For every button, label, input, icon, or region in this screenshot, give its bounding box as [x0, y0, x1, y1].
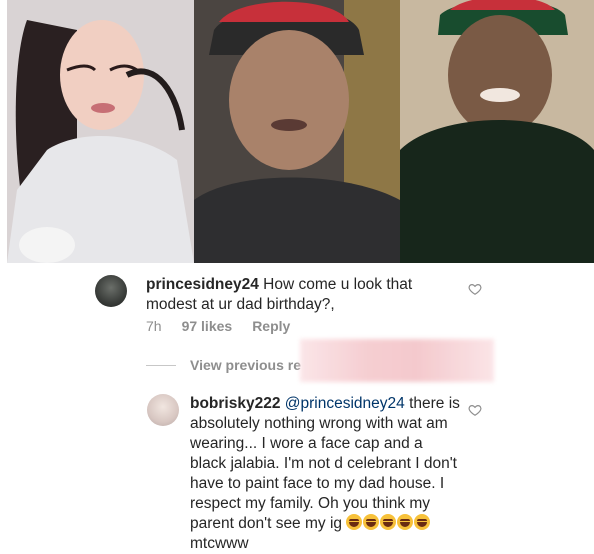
photo-strip: [7, 0, 594, 263]
laughing-emoji-icon: [397, 514, 414, 530]
avatar[interactable]: [95, 275, 127, 307]
comment-time: 7h: [146, 318, 162, 334]
heart-outline-icon[interactable]: [468, 282, 482, 296]
photo-right-illustration: [400, 0, 594, 263]
comment-mention[interactable]: @princesidney24: [285, 395, 405, 412]
laughing-emoji-icon: [380, 514, 397, 530]
comment-2: bobrisky222 @princesidney24 there is abs…: [190, 394, 460, 554]
comment-text: there is absolutely nothing wrong with w…: [190, 395, 460, 532]
view-previous-label: View previous re: [190, 357, 302, 373]
reply-button[interactable]: Reply: [252, 318, 290, 334]
comment-username[interactable]: bobrisky222: [190, 395, 280, 412]
photo-right: [400, 0, 594, 263]
photo-left-illustration: [7, 0, 194, 263]
comment-likes[interactable]: 97 likes: [182, 318, 233, 334]
divider: [146, 364, 176, 366]
comment-meta: 7h 97 likes Reply: [146, 318, 290, 334]
avatar[interactable]: [147, 394, 179, 426]
laughing-emoji-icon: [346, 514, 363, 530]
laughing-emoji-icon: [363, 514, 380, 530]
heart-outline-icon[interactable]: [468, 403, 482, 417]
comment-suffix: mtcwww: [190, 535, 249, 552]
laughing-emoji-icon: [414, 514, 431, 530]
photo-middle: [194, 0, 400, 263]
redaction-blur: [300, 339, 494, 382]
comment-1: princesidney24 How come u look that mode…: [146, 275, 456, 315]
photo-left: [7, 0, 194, 263]
comment-username[interactable]: princesidney24: [146, 276, 259, 293]
photo-middle-illustration: [194, 0, 400, 263]
view-previous-replies[interactable]: View previous re: [146, 355, 301, 375]
